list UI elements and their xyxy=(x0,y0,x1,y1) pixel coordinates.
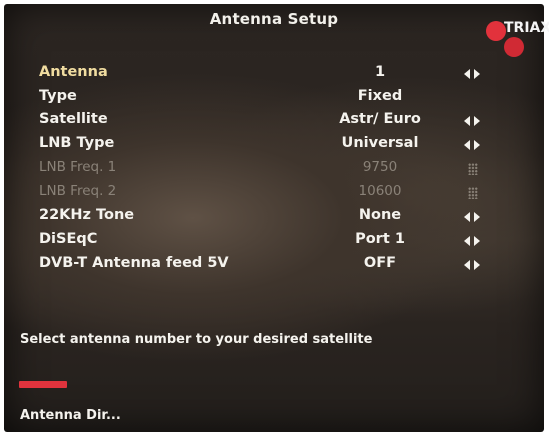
setting-value: Port 1 xyxy=(355,231,405,247)
red-button-indicator[interactable] xyxy=(19,381,67,388)
setting-row-lnb-freq-2: LNB Freq. 2 10600 xyxy=(4,183,544,205)
setting-value: 9750 xyxy=(362,159,398,175)
setting-label: Satellite xyxy=(39,111,108,127)
setting-value: 1 xyxy=(374,64,386,80)
setting-label: 22KHz Tone xyxy=(39,207,135,223)
left-right-arrows-icon[interactable] xyxy=(464,139,480,151)
triax-logo: TRIAX xyxy=(484,17,549,57)
setting-label: DVB-T Antenna feed 5V xyxy=(39,255,229,271)
setting-label: LNB Type xyxy=(39,135,115,151)
setting-value: 10600 xyxy=(358,183,402,199)
left-right-arrows-icon[interactable] xyxy=(464,68,480,80)
antenna-dir-button[interactable]: Antenna Dir... xyxy=(20,408,121,423)
setting-label: LNB Freq. 2 xyxy=(39,183,117,199)
setting-row-satellite[interactable]: Satellite Astr/ Euro xyxy=(4,111,544,133)
tv-screen: Antenna Setup TRIAX Antenna 1 Type Fixed… xyxy=(4,4,549,432)
setting-row-type[interactable]: Type Fixed xyxy=(4,88,544,110)
setting-value: OFF xyxy=(363,255,397,271)
setting-value: Universal xyxy=(341,135,419,151)
setting-label: Antenna xyxy=(39,64,108,80)
left-right-arrows-icon[interactable] xyxy=(464,259,480,271)
setting-value: None xyxy=(358,207,402,223)
setting-row-antenna[interactable]: Antenna 1 xyxy=(4,64,544,86)
left-right-arrows-icon[interactable] xyxy=(464,115,480,127)
left-right-arrows-icon[interactable] xyxy=(464,235,480,247)
numeric-keypad-icon xyxy=(468,187,478,199)
setting-label: Type xyxy=(39,88,77,104)
logo-red-dot-icon xyxy=(504,37,524,57)
setting-row-22khz-tone[interactable]: 22KHz Tone None xyxy=(4,207,544,229)
left-right-arrows-icon[interactable] xyxy=(464,211,480,223)
logo-text: TRIAX xyxy=(504,20,549,36)
setting-value: Fixed xyxy=(357,88,403,104)
setting-row-diseqc[interactable]: DiSEqC Port 1 xyxy=(4,231,544,253)
setting-value: Astr/ Euro xyxy=(339,111,421,127)
setting-row-lnb-freq-1: LNB Freq. 1 9750 xyxy=(4,159,544,181)
help-text: Select antenna number to your desired sa… xyxy=(20,332,373,347)
page-title: Antenna Setup xyxy=(209,10,339,28)
setting-label: LNB Freq. 1 xyxy=(39,159,117,175)
setting-label: DiSEqC xyxy=(39,231,98,247)
logo-red-dot-icon xyxy=(486,21,506,41)
setting-row-lnb-type[interactable]: LNB Type Universal xyxy=(4,135,544,157)
numeric-keypad-icon xyxy=(468,163,478,175)
setting-row-dvbt-antenna-feed[interactable]: DVB-T Antenna feed 5V OFF xyxy=(4,255,544,277)
